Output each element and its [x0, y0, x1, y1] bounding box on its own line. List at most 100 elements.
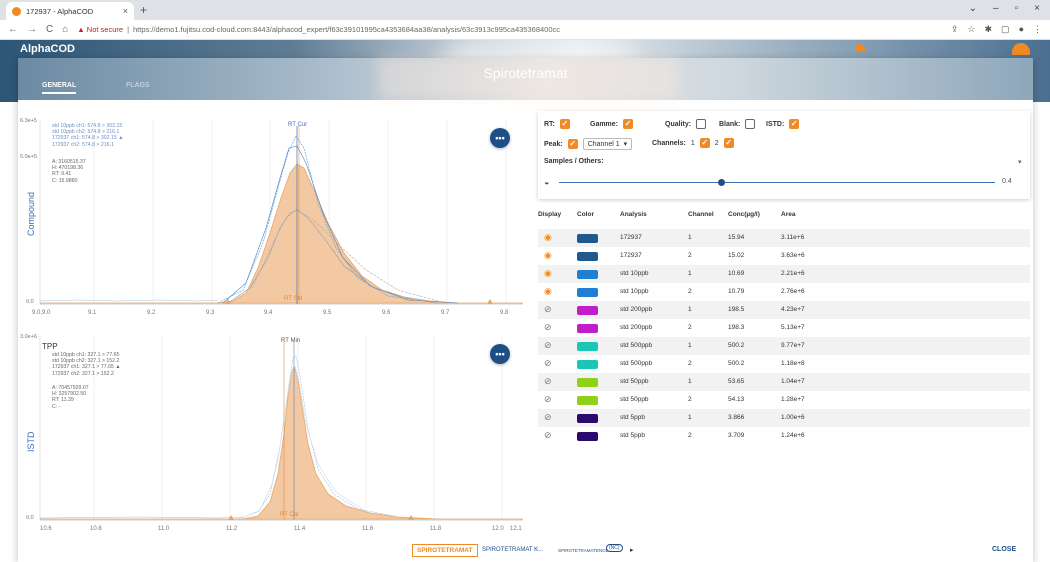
cell-channel: 1 — [688, 306, 692, 313]
cell-channel: 2 — [688, 396, 692, 403]
table-row[interactable]: ⊘ std 200ppb 2 198.3 5.13e+7 — [538, 319, 1030, 337]
peak-channel-value: Channel 1 — [587, 140, 620, 148]
chart-menu-button[interactable]: ••• — [490, 128, 510, 148]
table-row[interactable]: ⊘ std 50ppb 1 53.65 1.04e+7 — [538, 373, 1030, 391]
x-axis-ticks: 9.0,9.0 9.1 9.2 9.3 9.4 9.5 9.6 9.7 9.8 — [32, 310, 509, 316]
visibility-hidden-icon[interactable]: ⊘ — [544, 322, 552, 333]
legend-item[interactable]: 172937 ch2: 327.1 > 152.2 — [52, 371, 120, 377]
visibility-hidden-icon[interactable]: ⊘ — [544, 412, 552, 423]
istd-stats: A: 70457929.07 H: 3257902.50 RT: 11.39 C… — [52, 385, 89, 410]
visibility-eye-icon[interactable]: ◉ — [544, 268, 552, 279]
visibility-eye-icon[interactable]: ◉ — [544, 232, 552, 243]
quality-checkbox[interactable] — [696, 119, 707, 129]
x-tick: 9.2 — [147, 310, 156, 316]
istd-checkbox[interactable]: ✓ — [789, 119, 800, 129]
color-swatch[interactable] — [577, 396, 598, 405]
peak-checkbox[interactable]: ✓ — [567, 139, 578, 149]
extensions-icon[interactable]: ✱ — [985, 24, 993, 35]
back-icon[interactable]: ← — [8, 24, 18, 35]
app-avatar[interactable] — [1012, 43, 1030, 55]
chart-menu-button[interactable]: ••• — [490, 344, 510, 364]
reload-icon[interactable]: C — [46, 24, 53, 35]
x-tick: 10.8 — [90, 526, 102, 532]
bookmark-star-icon[interactable]: ☆ — [967, 24, 975, 35]
header-display: Display — [538, 211, 562, 218]
compound-tab[interactable]: SPIROTETRAMATENOL — [558, 548, 608, 553]
table-row[interactable]: ◉ std 10ppb 2 10.79 2.76e+6 — [538, 283, 1030, 301]
security-warning[interactable]: ▲ Not secure — [77, 25, 123, 34]
color-swatch[interactable] — [577, 252, 598, 261]
samples-dropdown-icon[interactable]: ▾ — [1018, 158, 1022, 166]
visibility-eye-icon[interactable]: ◉ — [544, 250, 552, 261]
visibility-hidden-icon[interactable]: ⊘ — [544, 304, 552, 315]
visibility-hidden-icon[interactable]: ⊘ — [544, 430, 552, 441]
channel-2-checkbox[interactable]: ✓ — [723, 138, 734, 148]
table-row[interactable]: ⊘ std 50ppb 2 54.13 1.28e+7 — [538, 391, 1030, 409]
compound-tab-active[interactable]: SPIROTETRAMAT — [412, 544, 478, 557]
table-row[interactable]: ⊘ std 200ppb 1 198.5 4.23e+7 — [538, 301, 1030, 319]
color-swatch[interactable] — [577, 306, 598, 315]
color-swatch[interactable] — [577, 432, 598, 441]
table-row[interactable]: ◉ 172937 1 15.94 3.11e+6 — [538, 229, 1030, 247]
browser-tab[interactable]: 172937 - AlphaCOD × — [6, 2, 134, 20]
next-tabs-icon[interactable]: ▸ — [630, 546, 634, 554]
table-row[interactable]: ⊘ std 500ppb 2 500.2 1.18e+8 — [538, 355, 1030, 373]
url-field[interactable]: ▲ Not secure | https://demo1.fujitsu.cod… — [77, 25, 942, 34]
filters-panel: RT: ✓ Gamme: ✓ Quality: Blank: ISTD: ✓ P… — [538, 111, 1030, 199]
color-swatch[interactable] — [577, 234, 598, 243]
address-bar: ← → C ⌂ ▲ Not secure | https://demo1.fuj… — [0, 20, 1050, 40]
visibility-hidden-icon[interactable]: ⊘ — [544, 376, 552, 387]
close-window-button[interactable]: × — [1034, 3, 1040, 14]
compound-tab[interactable]: SPIROTETRAMAT K... — [482, 547, 543, 553]
channel-1-checkbox[interactable]: ✓ — [699, 138, 710, 148]
cell-channel: 2 — [688, 288, 692, 295]
legend-item[interactable]: 172937 ch1: 327.1 > 77.65 ▲ — [52, 364, 120, 370]
gamme-checkbox[interactable]: ✓ — [623, 119, 634, 129]
browser-menu-icon[interactable]: ⋮ — [1033, 24, 1042, 35]
visibility-hidden-icon[interactable]: ⊘ — [544, 358, 552, 369]
color-swatch[interactable] — [577, 270, 598, 279]
rt-checkbox[interactable]: ✓ — [559, 119, 570, 129]
color-swatch[interactable] — [577, 360, 598, 369]
close-button[interactable]: CLOSE — [992, 546, 1016, 553]
compound-tab-badge[interactable]: (NC) — [606, 544, 623, 552]
cell-area: 2.76e+6 — [781, 288, 805, 295]
forward-icon[interactable]: → — [27, 24, 37, 35]
maximize-button[interactable]: ▫ — [1015, 3, 1019, 14]
table-row[interactable]: ⊘ std 5ppb 1 3.866 1.00e+6 — [538, 409, 1030, 427]
cell-analysis: 172937 — [620, 234, 642, 241]
opacity-slider-track[interactable] — [559, 182, 995, 183]
tab-general[interactable]: GENERAL — [42, 82, 77, 94]
visibility-eye-icon[interactable]: ◉ — [544, 286, 552, 297]
profile-icon[interactable]: ● — [1019, 24, 1024, 35]
compound-chart[interactable]: RT Cur RT Std 9.0,9.0 9.1 9.2 9.3 9.4 9.… — [18, 118, 528, 324]
visibility-hidden-icon[interactable]: ⊘ — [544, 340, 552, 351]
visibility-hidden-icon[interactable]: ⊘ — [544, 394, 552, 405]
browser-tab-bar: 172937 - AlphaCOD × + ⌄ – ▫ × — [0, 0, 1050, 20]
blank-checkbox[interactable] — [745, 119, 756, 129]
share-icon[interactable]: ⇪ — [951, 24, 959, 35]
minimize-button[interactable]: – — [993, 3, 999, 14]
color-swatch[interactable] — [577, 324, 598, 333]
x-tick: 9.4 — [264, 310, 273, 316]
sidepanel-icon[interactable]: ▢ — [1001, 24, 1010, 35]
tab-flags[interactable]: FLAGS — [126, 82, 150, 92]
table-row[interactable]: ◉ std 10ppb 1 10.69 2.21e+6 — [538, 265, 1030, 283]
table-row[interactable]: ⊘ std 500ppb 1 500.2 9.77e+7 — [538, 337, 1030, 355]
tab-close-icon[interactable]: × — [123, 6, 128, 16]
color-swatch[interactable] — [577, 288, 598, 297]
home-icon[interactable]: ⌂ — [62, 24, 68, 35]
integration-end-marker[interactable] — [487, 299, 493, 304]
table-row[interactable]: ⊘ std 5ppb 2 3.709 1.24e+6 — [538, 427, 1030, 445]
color-swatch[interactable] — [577, 342, 598, 351]
opacity-slider-thumb[interactable] — [718, 179, 725, 186]
new-tab-button[interactable]: + — [140, 3, 147, 17]
table-row[interactable]: ◉ 172937 2 15.02 3.63e+6 — [538, 247, 1030, 265]
peak-channel-select[interactable]: Channel 1 ▾ — [582, 138, 633, 150]
color-swatch[interactable] — [577, 414, 598, 423]
color-swatch[interactable] — [577, 378, 598, 387]
istd-chart[interactable]: RT Min RT Cal 10.6 10.8 11.0 11.2 11.4 1… — [18, 334, 528, 538]
legend-item[interactable]: 172937 ch1: 574.8 > 302.15 ▲ — [52, 135, 123, 141]
legend-item[interactable]: 172937 ch2: 574.8 > 216.1 — [52, 142, 123, 148]
tab-search-icon[interactable]: ⌄ — [969, 3, 977, 14]
